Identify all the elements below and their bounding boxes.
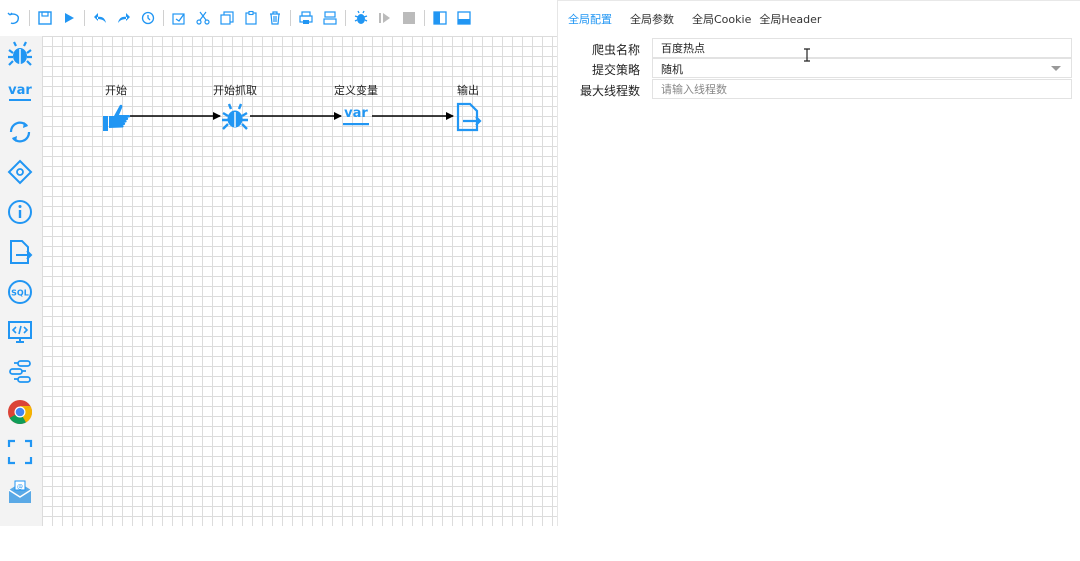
info-icon[interactable] bbox=[4, 196, 36, 228]
debug-icon[interactable] bbox=[350, 7, 372, 29]
node-label: 输出 bbox=[457, 84, 479, 97]
properties-panel: 全局配置 全局参数 全局Cookie 全局Header 爬虫名称 提交策略 随机… bbox=[558, 0, 1080, 526]
node-label: 开始抓取 bbox=[213, 84, 257, 97]
component-palette: var SQL @ bbox=[0, 36, 42, 526]
redo-icon[interactable] bbox=[113, 7, 135, 29]
form-row-name: 爬虫名称 bbox=[558, 38, 1080, 60]
field-label: 提交策略 bbox=[591, 63, 640, 77]
chrome-icon[interactable] bbox=[4, 396, 36, 428]
tab-global-config[interactable]: 全局配置 bbox=[568, 11, 612, 27]
node-start[interactable]: 开始 bbox=[86, 82, 146, 132]
cut-icon[interactable] bbox=[192, 7, 214, 29]
toolbar-separator bbox=[345, 10, 346, 26]
variable-icon: var bbox=[341, 102, 371, 132]
spider-icon bbox=[220, 102, 250, 132]
code-icon[interactable] bbox=[4, 316, 36, 348]
variable-icon-text: var bbox=[8, 83, 32, 98]
delete-icon[interactable] bbox=[264, 7, 286, 29]
undo-icon[interactable] bbox=[3, 7, 25, 29]
tab-global-cookie[interactable]: 全局Cookie bbox=[692, 11, 751, 27]
condition-icon[interactable] bbox=[4, 156, 36, 188]
thumb-icon bbox=[101, 102, 131, 132]
print-icon[interactable] bbox=[295, 7, 317, 29]
node-label: 定义变量 bbox=[334, 84, 378, 97]
submit-strategy-select[interactable]: 随机 bbox=[652, 58, 1072, 78]
form-row-threads: 最大线程数 bbox=[558, 79, 1080, 101]
node-variable[interactable]: 定义变量 var bbox=[326, 82, 386, 132]
toolbar-separator bbox=[29, 10, 30, 26]
app-window: var SQL @ 开始 开始抓取 定义变量 var 输出 全局配置 全局参数 … bbox=[0, 0, 1080, 561]
toolbar bbox=[0, 0, 557, 36]
field-label: 最大线程数 bbox=[579, 84, 640, 98]
toolbar-separator bbox=[163, 10, 164, 26]
process-icon[interactable] bbox=[4, 356, 36, 388]
field-label: 爬虫名称 bbox=[591, 43, 640, 57]
text-cursor-icon bbox=[804, 48, 810, 62]
screenshot-icon[interactable] bbox=[4, 436, 36, 468]
spider-icon[interactable] bbox=[4, 38, 36, 70]
paste-icon[interactable] bbox=[240, 7, 262, 29]
panel-left-icon[interactable] bbox=[429, 7, 451, 29]
variable-icon[interactable]: var bbox=[4, 76, 36, 108]
toolbar-separator bbox=[424, 10, 425, 26]
node-output[interactable]: 输出 bbox=[438, 82, 498, 132]
flow-canvas[interactable]: 开始 开始抓取 定义变量 var 输出 bbox=[42, 36, 557, 526]
panel-bottom-icon[interactable] bbox=[453, 7, 475, 29]
step-icon[interactable] bbox=[374, 7, 396, 29]
history-icon[interactable] bbox=[137, 7, 159, 29]
form-row-strategy: 提交策略 随机 bbox=[558, 58, 1080, 80]
select-icon[interactable] bbox=[168, 7, 190, 29]
loop-icon[interactable] bbox=[4, 116, 36, 148]
tab-global-header[interactable]: 全局Header bbox=[759, 11, 821, 27]
copy-icon[interactable] bbox=[216, 7, 238, 29]
save-icon[interactable] bbox=[34, 7, 56, 29]
stop-icon[interactable] bbox=[398, 7, 420, 29]
output-icon bbox=[453, 102, 483, 132]
variable-icon-text: var bbox=[344, 106, 368, 121]
output-icon[interactable] bbox=[4, 236, 36, 268]
svg-text:@: @ bbox=[17, 484, 23, 491]
print-setup-icon[interactable] bbox=[319, 7, 341, 29]
node-fetch[interactable]: 开始抓取 bbox=[205, 82, 265, 132]
tab-global-params[interactable]: 全局参数 bbox=[630, 11, 674, 27]
property-tabs: 全局配置 全局参数 全局Cookie 全局Header bbox=[558, 0, 1080, 36]
spider-name-input[interactable] bbox=[652, 38, 1072, 58]
bottom-area bbox=[0, 526, 1080, 561]
toolbar-separator bbox=[290, 10, 291, 26]
node-label: 开始 bbox=[105, 84, 127, 97]
max-threads-input[interactable] bbox=[652, 79, 1072, 99]
toolbar-separator bbox=[84, 10, 85, 26]
select-value: 随机 bbox=[661, 63, 683, 76]
back-icon[interactable] bbox=[89, 7, 111, 29]
svg-text:SQL: SQL bbox=[11, 289, 29, 298]
play-icon[interactable] bbox=[58, 7, 80, 29]
chevron-down-icon bbox=[1051, 66, 1061, 71]
sql-icon[interactable]: SQL bbox=[4, 276, 36, 308]
mail-icon[interactable]: @ bbox=[4, 476, 36, 508]
